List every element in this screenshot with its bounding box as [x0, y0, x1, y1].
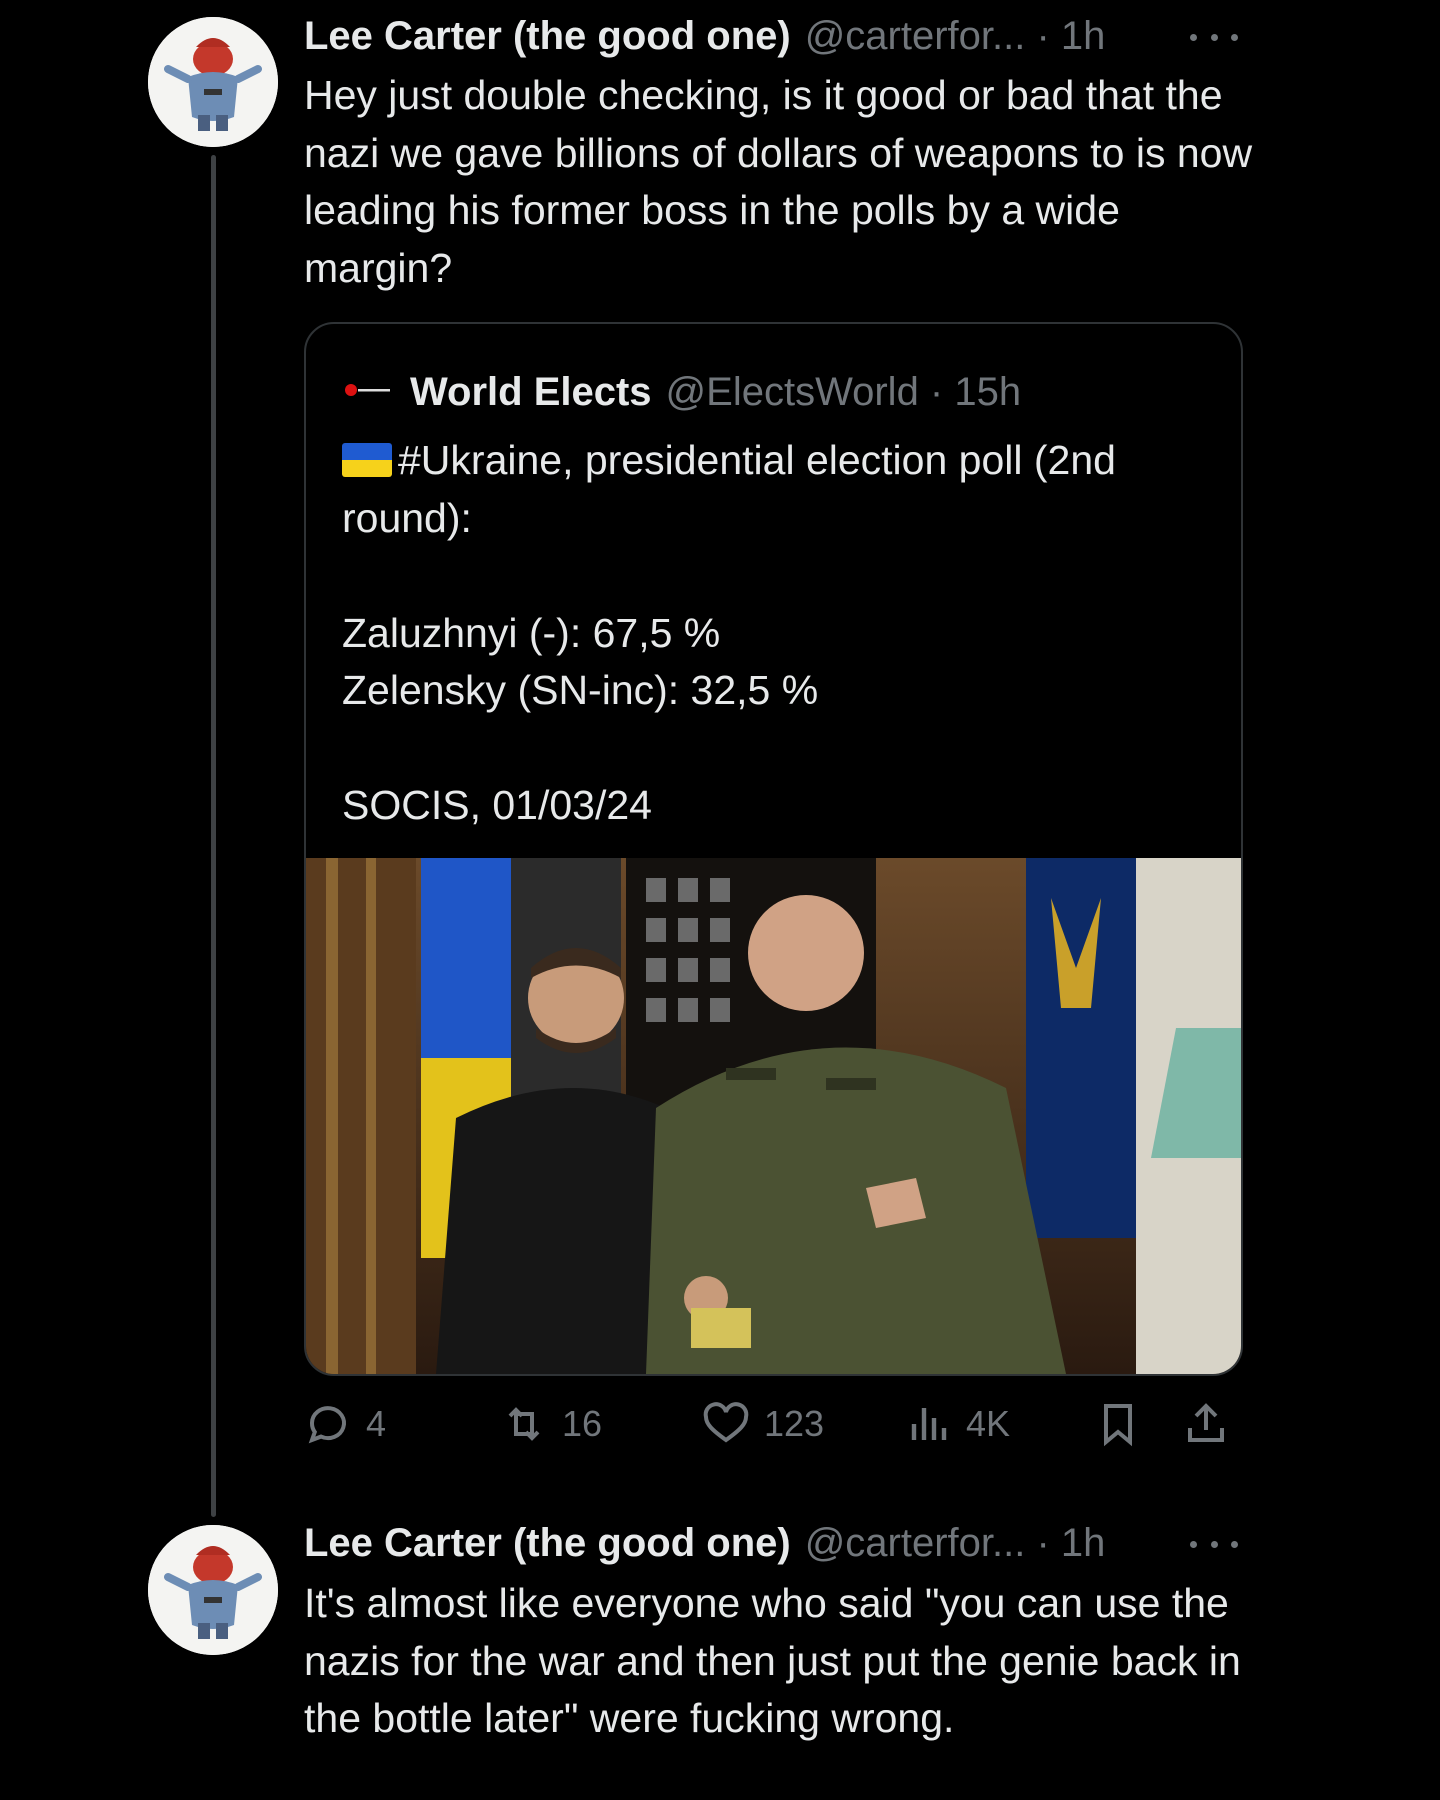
- avatar[interactable]: [148, 17, 278, 147]
- bookmark-button[interactable]: [1094, 1396, 1142, 1452]
- photo-illustration: [306, 858, 1241, 1374]
- poll-result-zaluzhnyi: Zaluzhnyi (-): 67,5 %: [342, 609, 721, 656]
- author-handle[interactable]: @carterfor... · 1h: [805, 1519, 1106, 1567]
- views-icon: [911, 1408, 947, 1440]
- bookmark-icon: [1104, 1404, 1132, 1447]
- more-icon[interactable]: [1190, 1534, 1238, 1554]
- quote-photo[interactable]: [306, 858, 1241, 1374]
- avatar-illustration: [148, 1525, 278, 1655]
- reply-count: 4: [366, 1403, 387, 1444]
- like-count: 123: [764, 1403, 825, 1444]
- quote-header: World Elects @ElectsWorld · 15h: [344, 368, 1021, 416]
- poll-source: SOCIS, 01/03/24: [342, 782, 652, 828]
- ukraine-flag-icon: [342, 443, 392, 477]
- views-button[interactable]: 4K: [904, 1396, 1010, 1452]
- view-count: 4K: [966, 1403, 1011, 1444]
- quote-text: #Ukraine, presidential election poll (2n…: [342, 432, 1212, 835]
- repost-button[interactable]: 16: [500, 1396, 602, 1452]
- world-elects-logo-icon: [345, 384, 390, 396]
- like-button[interactable]: 123: [702, 1396, 824, 1452]
- thread-line: [211, 155, 216, 1517]
- avatar[interactable]: [148, 1525, 278, 1655]
- tweet-actions: 4 16 123 4K: [304, 1396, 1239, 1452]
- poll-result-zelensky: Zelensky (SN-inc): 32,5 %: [342, 667, 819, 713]
- heart-icon: [703, 1402, 749, 1443]
- more-icon[interactable]: [1190, 27, 1238, 47]
- share-button[interactable]: [1182, 1396, 1230, 1452]
- avatar-illustration: [148, 17, 278, 147]
- reply-icon: [308, 1406, 346, 1444]
- tweet-text: It's almost like everyone who said "you …: [304, 1580, 1241, 1741]
- tweet-header: Lee Carter (the good one) @carterfor... …: [304, 1519, 1105, 1567]
- author-name[interactable]: Lee Carter (the good one): [304, 12, 791, 60]
- repost-count: 16: [562, 1403, 603, 1444]
- share-icon: [1188, 1403, 1224, 1442]
- quoted-tweet[interactable]: World Elects @ElectsWorld · 15h #Ukraine…: [304, 322, 1243, 1376]
- tweet-header: Lee Carter (the good one) @carterfor... …: [304, 12, 1105, 60]
- reply-button[interactable]: 4: [304, 1396, 386, 1452]
- tweet-text: Hey just double checking, is it good or …: [304, 72, 1253, 291]
- quote-author-name[interactable]: World Elects: [410, 368, 652, 416]
- quote-headline: #Ukraine, presidential election poll (2n…: [342, 437, 1116, 541]
- repost-icon: [508, 1407, 540, 1441]
- quote-author-handle[interactable]: @ElectsWorld · 15h: [666, 368, 1022, 416]
- author-handle[interactable]: @carterfor... · 1h: [805, 12, 1106, 60]
- author-name[interactable]: Lee Carter (the good one): [304, 1519, 791, 1567]
